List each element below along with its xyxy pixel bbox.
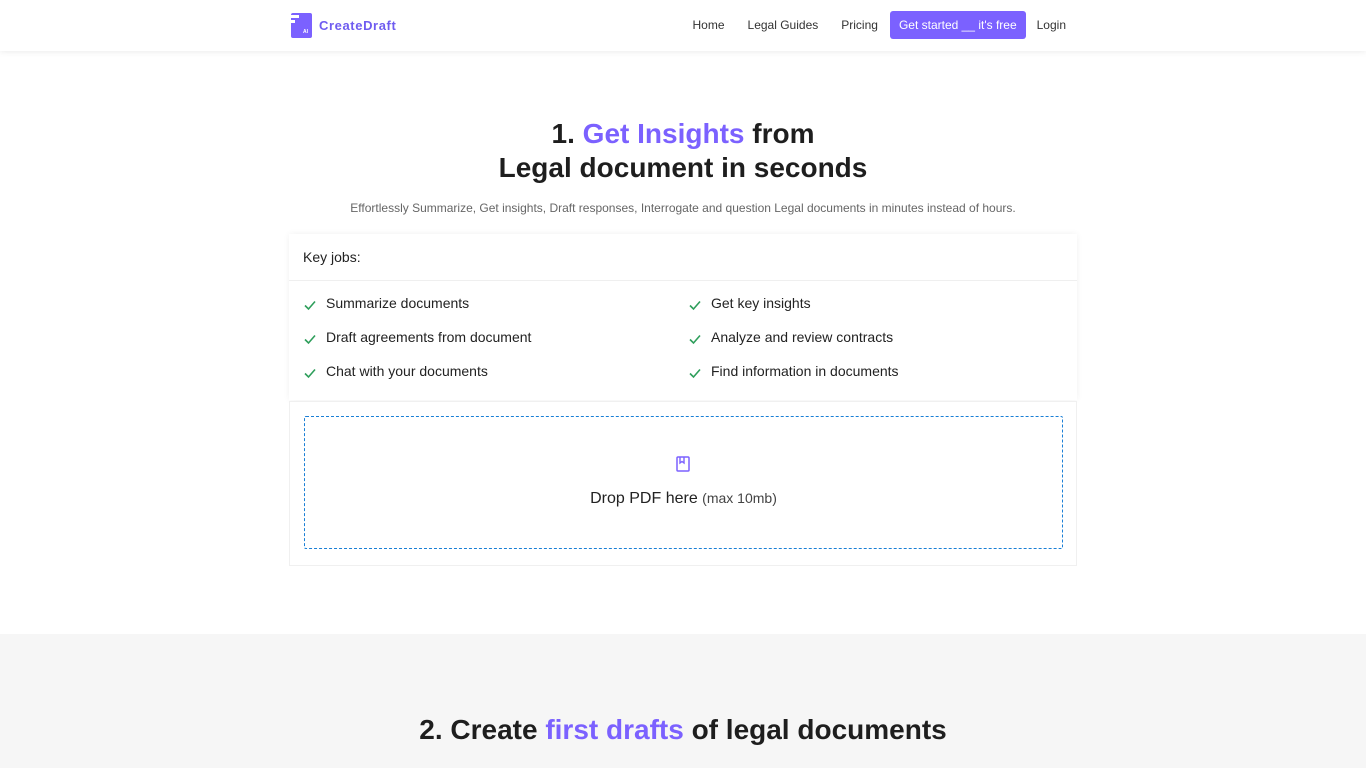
job-label: Summarize documents [326,295,470,311]
job-item: Summarize documents [303,294,469,312]
nav-link-home[interactable]: Home [693,18,725,32]
job-label: Draft agreements from document [326,329,532,345]
section-create-drafts: 2. Create first drafts of legal document… [0,634,1366,768]
hero-title-suffix: from [744,118,815,149]
job-label: Find information in documents [711,363,899,379]
logo-icon: AI [289,13,312,38]
job-item: Find information in documents [688,362,899,380]
brand-logo-link[interactable]: AI CreateDraft [289,13,397,38]
hero-title-accent: Get Insights [582,118,745,149]
login-link[interactable]: Login [1037,18,1066,32]
check-icon [689,334,701,345]
job-item: Analyze and review contracts [688,328,893,346]
job-label: Analyze and review contracts [711,329,894,345]
check-icon [304,334,316,345]
check-icon [304,368,316,379]
get-started-button[interactable]: Get started __ it's free [889,11,1026,39]
job-label: Get key insights [711,295,811,311]
check-icon [689,300,701,311]
dropzone-label: Drop PDF here [590,490,698,507]
brand-name: CreateDraft [319,18,397,33]
section2-title-accent: first drafts [545,714,684,745]
job-label: Chat with your documents [326,363,488,379]
nav-links: Home Legal Guides Pricing Get started __… [693,11,1066,39]
top-navbar: AI CreateDraft Home Legal Guides Pricing… [0,0,1366,51]
dropzone-limit: (max 10mb) [702,490,777,506]
job-item: Draft agreements from document [303,328,531,346]
check-icon [689,368,701,379]
key-jobs-card: Key jobs: Summarize documents Draft agre… [289,234,1077,400]
check-icon [304,300,316,311]
section2-title: 2. Create first drafts of legal document… [0,714,1366,746]
nav-link-legal-guides[interactable]: Legal Guides [748,18,819,32]
hero-title-prefix: 1. [551,118,583,149]
logo-ai-text: AI [303,29,308,35]
hero-title-line2: Legal document in seconds [498,152,868,183]
upload-card: Drop PDF here (max 10mb) [289,401,1077,566]
section2-title-suffix: of legal documents [683,714,947,745]
hero-subtitle: Effortlessly Summarize, Get insights, Dr… [350,201,1016,215]
job-item: Chat with your documents [303,362,488,380]
section2-title-prefix: 2. Create [419,714,546,745]
nav-link-pricing[interactable]: Pricing [841,18,878,32]
pdf-dropzone[interactable]: Drop PDF here (max 10mb) [304,416,1063,549]
key-jobs-header: Key jobs: [289,234,1077,281]
hero-title: 1. Get Insights from Legal document in s… [0,117,1366,185]
document-icon [676,456,690,472]
job-item: Get key insights [688,294,811,312]
dropzone-text: Drop PDF here (max 10mb) [305,490,1062,508]
